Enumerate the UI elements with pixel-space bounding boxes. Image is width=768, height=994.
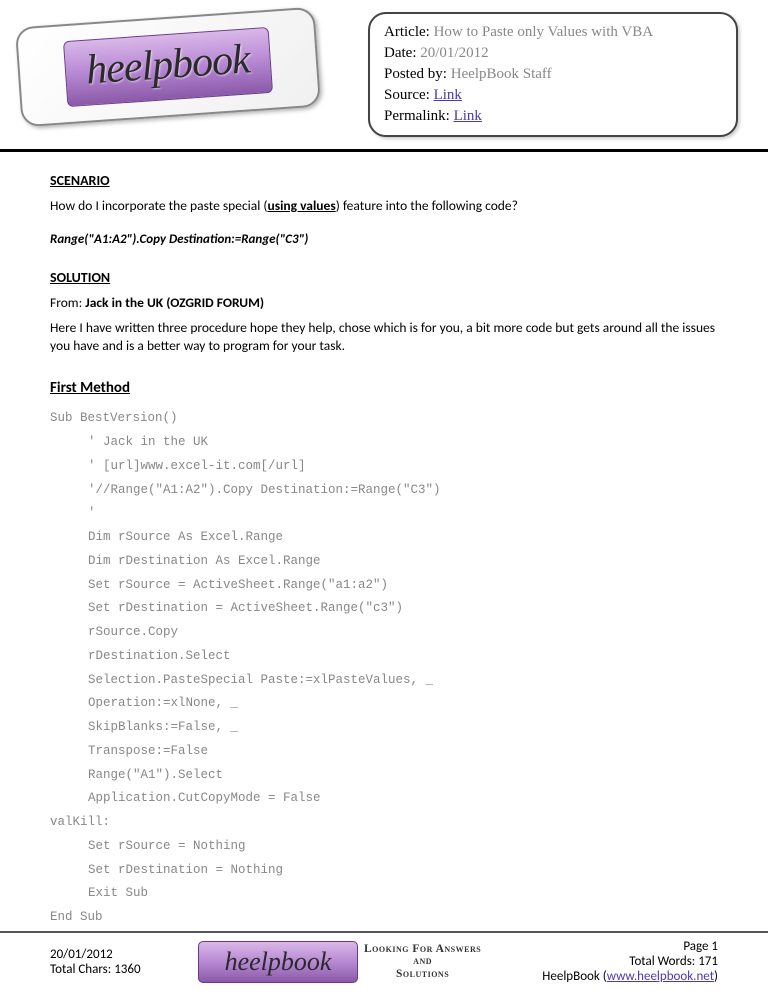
code-line: Set rDestination = Nothing [50, 859, 718, 883]
footer-left: 20/01/2012 Total Chars: 1360 [50, 947, 190, 977]
footer-tagline: Looking For Answers and Solutions [364, 943, 481, 981]
site-link[interactable]: www.heelpbook.net [607, 969, 714, 984]
logo-box: heelpbook [15, 7, 321, 128]
footer-site: HeelpBook (www.heelpbook.net) [481, 969, 718, 984]
code-line: Sub BestVersion() [50, 407, 718, 431]
solution-author: From: Jack in the UK (OZGRID FORUM) [50, 294, 718, 311]
code-line: Application.CutCopyMode = False [50, 787, 718, 811]
logo-text: heelpbook [63, 27, 273, 107]
footer-date: 20/01/2012 [50, 947, 190, 962]
meta-article: Article: How to Paste only Values with V… [384, 22, 722, 43]
code-line: rDestination.Select [50, 645, 718, 669]
code-line: Set rSource = ActiveSheet.Range("a1:a2") [50, 574, 718, 598]
code-line: Selection.PasteSpecial Paste:=xlPasteVal… [50, 669, 718, 693]
footer-words: Total Words: 171 [481, 954, 718, 969]
code-block: Sub BestVersion()' Jack in the UK' [url]… [50, 407, 718, 930]
document-header: heelpbook Article: How to Paste only Val… [0, 0, 768, 152]
document-footer: 20/01/2012 Total Chars: 1360 heelpbook L… [0, 931, 768, 994]
code-line: Set rSource = Nothing [50, 835, 718, 859]
code-line: ' [50, 502, 718, 526]
code-line: ' [url]www.excel-it.com[/url] [50, 455, 718, 479]
code-line: Dim rSource As Excel.Range [50, 526, 718, 550]
metadata-box: Article: How to Paste only Values with V… [368, 12, 738, 137]
document-content: SCENARIO How do I incorporate the paste … [0, 152, 768, 940]
code-line: Dim rDestination As Excel.Range [50, 550, 718, 574]
scenario-heading: SCENARIO [50, 172, 718, 189]
solution-heading: SOLUTION [50, 269, 718, 286]
source-link[interactable]: Link [434, 87, 462, 103]
scenario-question: How do I incorporate the paste special (… [50, 197, 718, 214]
permalink-link[interactable]: Link [454, 108, 482, 124]
code-line: ' Jack in the UK [50, 431, 718, 455]
scenario-code: Range("A1:A2").Copy Destination:=Range("… [50, 232, 718, 247]
meta-date: Date: 20/01/2012 [384, 43, 722, 64]
code-line: '//Range("A1:A2").Copy Destination:=Rang… [50, 479, 718, 503]
meta-source: Source: Link [384, 85, 722, 106]
code-line: Exit Sub [50, 882, 718, 906]
footer-right: Page 1 Total Words: 171 HeelpBook (www.h… [481, 939, 718, 984]
code-line: End Sub [50, 906, 718, 930]
code-line: rSource.Copy [50, 621, 718, 645]
code-line: Range("A1").Select [50, 764, 718, 788]
code-line: valKill: [50, 811, 718, 835]
method-heading: First Method [50, 379, 718, 397]
footer-page: Page 1 [481, 939, 718, 954]
code-line: Transpose:=False [50, 740, 718, 764]
solution-description: Here I have written three procedure hope… [50, 319, 718, 355]
meta-permalink: Permalink: Link [384, 106, 722, 127]
code-line: Set rDestination = ActiveSheet.Range("c3… [50, 597, 718, 621]
footer-logo: heelpbook [198, 941, 358, 983]
code-line: SkipBlanks:=False, _ [50, 716, 718, 740]
footer-chars: Total Chars: 1360 [50, 962, 190, 977]
meta-postedby: Posted by: HeelpBook Staff [384, 64, 722, 85]
code-line: Operation:=xlNone, _ [50, 692, 718, 716]
